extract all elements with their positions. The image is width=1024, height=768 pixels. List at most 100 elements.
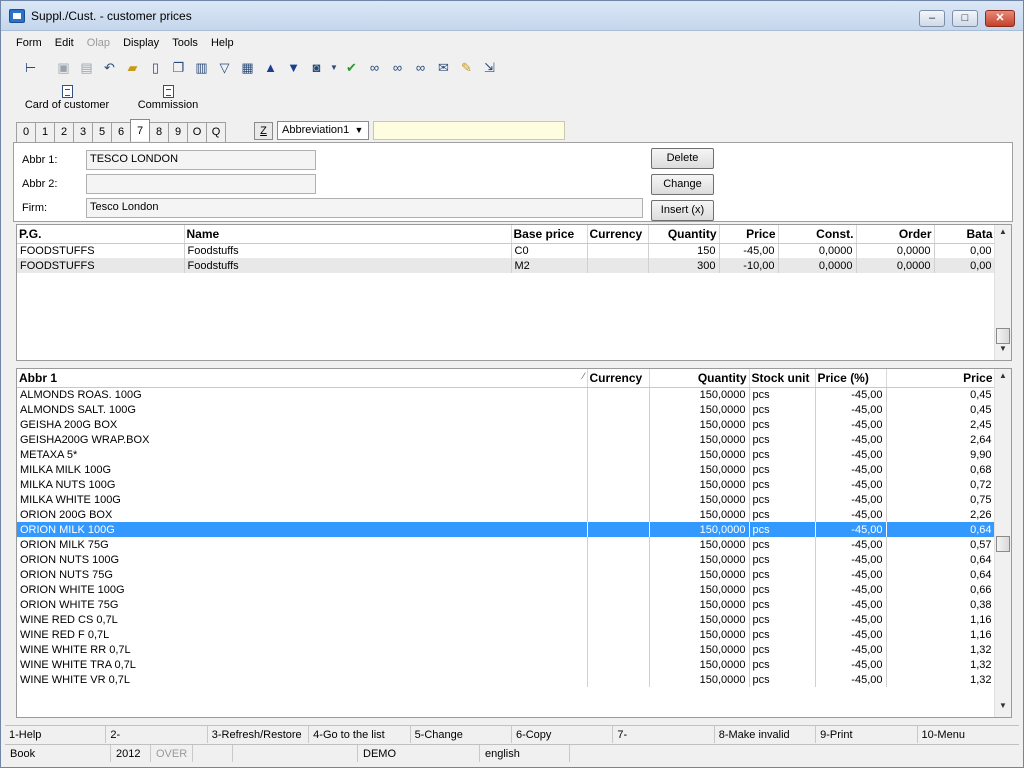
fkey-2[interactable]: 2- bbox=[106, 726, 208, 743]
maximize-button[interactable]: □ bbox=[952, 10, 978, 27]
column-header-stock-unit[interactable]: Stock unit bbox=[749, 369, 816, 388]
arrow-down-icon[interactable]: ▼ bbox=[284, 58, 303, 77]
delete-button[interactable]: Delete bbox=[651, 148, 714, 169]
tab-5[interactable]: 5 bbox=[92, 122, 112, 142]
dropdown-arrow-icon[interactable]: ▼ bbox=[330, 58, 338, 77]
binoculars-next-icon[interactable]: ∞ bbox=[388, 58, 407, 77]
tab-2[interactable]: 2 bbox=[54, 122, 74, 142]
copy-icon[interactable]: ❐ bbox=[169, 58, 188, 77]
column-header-base-price[interactable]: Base price bbox=[511, 225, 588, 244]
export-icon[interactable]: ⇲ bbox=[480, 58, 499, 77]
table-row[interactable]: FOODSTUFFS Foodstuffs C0 150 -45,00 0,0000 0,0… bbox=[17, 243, 996, 258]
book-icon[interactable]: ▥ bbox=[192, 58, 211, 77]
tree-icon[interactable]: ⊢ bbox=[21, 58, 40, 77]
menu-form[interactable]: Form bbox=[11, 35, 47, 51]
column-header-order[interactable]: Order bbox=[856, 225, 935, 244]
fkey-4[interactable]: 4-Go to the list bbox=[309, 726, 411, 743]
table-row[interactable]: WINE RED F 0,7L 150,0000 pcs -45,00 1,16 bbox=[17, 627, 996, 642]
commission-button[interactable]: Commission bbox=[123, 85, 213, 111]
checkmark-icon[interactable]: ✔ bbox=[342, 58, 361, 77]
fkey-10[interactable]: 10-Menu bbox=[918, 726, 1019, 743]
menu-help[interactable]: Help bbox=[206, 35, 239, 51]
firm-field[interactable]: Tesco London bbox=[86, 198, 643, 218]
filter-edit-icon[interactable]: ▦ bbox=[238, 58, 257, 77]
fkey-9[interactable]: 9-Print bbox=[816, 726, 918, 743]
column-header-const[interactable]: Const. bbox=[778, 225, 857, 244]
tab-o[interactable]: O bbox=[187, 122, 207, 142]
scroll-up-icon[interactable]: ▲ bbox=[995, 227, 1011, 241]
tab-1[interactable]: 1 bbox=[35, 122, 55, 142]
notepad-icon[interactable]: ✎ bbox=[457, 58, 476, 77]
close-button[interactable]: ✕ bbox=[985, 10, 1015, 27]
table-row[interactable]: FOODSTUFFS Foodstuffs M2 300 -10,00 0,0000 0,0… bbox=[17, 258, 996, 273]
fkey-8[interactable]: 8-Make invalid bbox=[715, 726, 817, 743]
table-row[interactable]: ORION 200G BOX 150,0000 pcs -45,00 2,26 bbox=[17, 507, 996, 522]
arrow-up-icon[interactable]: ▲ bbox=[261, 58, 280, 77]
card-of-customer-button[interactable]: Card of customer bbox=[21, 85, 113, 111]
table-row[interactable]: WINE WHITE VR 0,7L 150,0000 pcs -45,00 1,32 bbox=[17, 672, 996, 687]
table-row[interactable]: ORION MILK 75G 150,0000 pcs -45,00 0,57 bbox=[17, 537, 996, 552]
undo-icon[interactable]: ↶ bbox=[100, 58, 119, 77]
tab-7[interactable]: 7 bbox=[130, 119, 150, 141]
column-header-currency[interactable]: Currency bbox=[587, 225, 649, 244]
tab-q[interactable]: Q bbox=[206, 122, 226, 142]
column-header-quantity[interactable]: Quantity bbox=[649, 369, 750, 388]
abbr2-field[interactable] bbox=[86, 174, 316, 194]
scroll-down-icon[interactable]: ▼ bbox=[995, 701, 1011, 715]
fkey-6[interactable]: 6-Copy bbox=[512, 726, 614, 743]
column-header-bata[interactable]: Bata bbox=[934, 225, 996, 244]
filter-icon[interactable]: ▽ bbox=[215, 58, 234, 77]
table-row[interactable]: GEISHA200G WRAP.BOX 150,0000 pcs -45,00 2,64 bbox=[17, 432, 996, 447]
table-row[interactable]: MILKA MILK 100G 150,0000 pcs -45,00 0,68 bbox=[17, 462, 996, 477]
table-row[interactable]: ORION NUTS 75G 150,0000 pcs -45,00 0,64 bbox=[17, 567, 996, 582]
table-row[interactable]: GEISHA 200G BOX 150,0000 pcs -45,00 2,45 bbox=[17, 417, 996, 432]
table-row[interactable]: ALMONDS SALT. 100G 150,0000 pcs -45,00 0,45 bbox=[17, 402, 996, 417]
camera-icon[interactable]: ◙ bbox=[307, 58, 326, 77]
table-row[interactable]: ORION WHITE 100G 150,0000 pcs -45,00 0,66 bbox=[17, 582, 996, 597]
open-folder-icon[interactable]: ▰ bbox=[123, 58, 142, 77]
table-row[interactable]: ORION MILK 100G 150,0000 pcs -45,00 0,64 bbox=[17, 522, 996, 537]
column-header-price[interactable]: Price bbox=[886, 369, 996, 388]
table-row[interactable]: METAXA 5* 150,0000 pcs -45,00 9,90 bbox=[17, 447, 996, 462]
tab-8[interactable]: 8 bbox=[149, 122, 169, 142]
chevron-down-icon[interactable]: ▼ bbox=[352, 123, 366, 138]
table-row[interactable]: ORION WHITE 75G 150,0000 pcs -45,00 0,38 bbox=[17, 597, 996, 612]
price-group-scrollbar[interactable]: ▲ ▼ bbox=[994, 225, 1011, 360]
column-header-price[interactable]: Price bbox=[719, 225, 779, 244]
tab-9[interactable]: 9 bbox=[168, 122, 188, 142]
column-header-price-pct[interactable]: Price (%) bbox=[815, 369, 887, 388]
fkey-5[interactable]: 5-Change bbox=[411, 726, 512, 743]
z-button[interactable]: Z bbox=[254, 122, 273, 140]
binoculars-edit-icon[interactable]: ∞ bbox=[411, 58, 430, 77]
search-input[interactable] bbox=[373, 121, 565, 140]
table-row[interactable]: WINE WHITE TRA 0,7L 150,0000 pcs -45,00 1,32 bbox=[17, 657, 996, 672]
table-row[interactable]: WINE WHITE RR 0,7L 150,0000 pcs -45,00 1,32 bbox=[17, 642, 996, 657]
abbr1-field[interactable]: TESCO LONDON bbox=[86, 150, 316, 170]
binoculars-icon[interactable]: ∞ bbox=[365, 58, 384, 77]
column-header-name[interactable]: Name bbox=[184, 225, 512, 244]
tab-6[interactable]: 6 bbox=[111, 122, 131, 142]
table-row[interactable]: MILKA WHITE 100G 150,0000 pcs -45,00 0,75 bbox=[17, 492, 996, 507]
save-as-icon[interactable]: ▤ bbox=[77, 58, 96, 77]
menu-display[interactable]: Display bbox=[118, 35, 164, 51]
scroll-up-icon[interactable]: ▲ bbox=[995, 371, 1011, 385]
column-header-currency[interactable]: Currency bbox=[587, 369, 650, 388]
index-select[interactable]: Abbreviation1 ▼ bbox=[277, 121, 369, 140]
table-row[interactable]: WINE RED CS 0,7L 150,0000 pcs -45,00 1,16 bbox=[17, 612, 996, 627]
table-row[interactable]: ORION NUTS 100G 150,0000 pcs -45,00 0,64 bbox=[17, 552, 996, 567]
table-row[interactable]: ALMONDS ROAS. 100G 150,0000 pcs -45,00 0,45 bbox=[17, 387, 996, 402]
insert-button[interactable]: Insert (x) bbox=[651, 200, 714, 221]
save-icon[interactable]: ▣ bbox=[54, 58, 73, 77]
tab-3[interactable]: 3 bbox=[73, 122, 93, 142]
items-scrollbar[interactable]: ▲ ▼ bbox=[994, 369, 1011, 717]
tab-0[interactable]: 0 bbox=[16, 122, 36, 142]
menu-edit[interactable]: Edit bbox=[50, 35, 79, 51]
scroll-down-icon[interactable]: ▼ bbox=[995, 344, 1011, 358]
table-row[interactable]: MILKA NUTS 100G 150,0000 pcs -45,00 0,72 bbox=[17, 477, 996, 492]
column-header-abbr1[interactable]: Abbr 1 ⁄ bbox=[17, 369, 588, 388]
minimize-button[interactable]: – bbox=[919, 10, 945, 27]
mail-icon[interactable]: ✉ bbox=[434, 58, 453, 77]
column-header-pg[interactable]: P.G. bbox=[17, 225, 185, 244]
fkey-1[interactable]: 1-Help bbox=[5, 726, 107, 743]
change-button[interactable]: Change bbox=[651, 174, 714, 195]
